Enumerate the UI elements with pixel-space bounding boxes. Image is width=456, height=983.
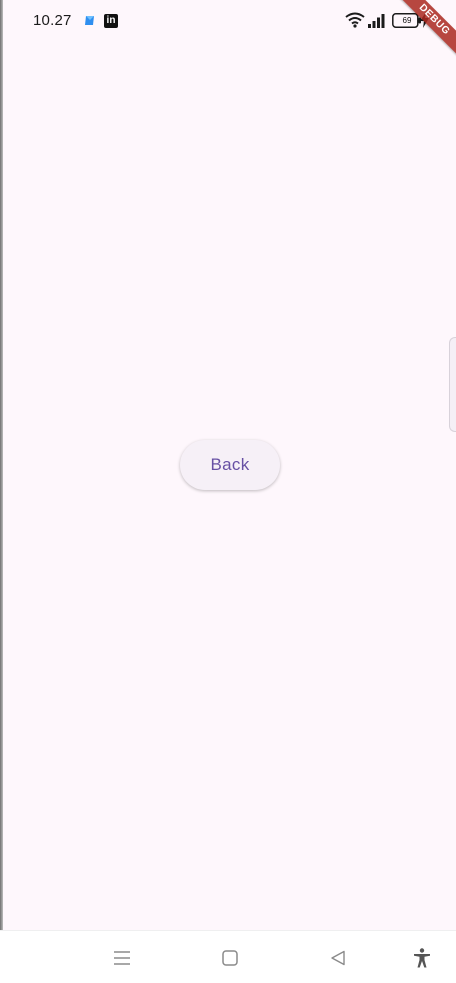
- back-button[interactable]: Back: [180, 440, 280, 490]
- recent-apps-button[interactable]: [105, 941, 139, 975]
- accessibility-icon: [414, 948, 430, 968]
- app-screen: 10.27 in 69 DEBUG Back: [0, 0, 456, 983]
- accessibility-button[interactable]: [405, 941, 439, 975]
- system-navigation-bar: [0, 930, 456, 983]
- battery-level-text: 69: [402, 16, 412, 25]
- app-notification-icon: [85, 16, 94, 25]
- system-back-button[interactable]: [321, 941, 355, 975]
- status-bar: 10.27 in 69: [0, 0, 456, 42]
- signal-icon: [368, 14, 385, 28]
- home-icon: [222, 950, 238, 966]
- wifi-icon: [345, 12, 365, 28]
- edge-panel-handle[interactable]: [449, 337, 456, 432]
- home-button[interactable]: [213, 941, 247, 975]
- menu-icon: [114, 951, 130, 965]
- left-edge-shadow: [0, 0, 3, 983]
- linkedin-icon: in: [104, 14, 118, 28]
- back-icon: [331, 950, 345, 966]
- status-time: 10.27: [33, 12, 72, 29]
- back-button-label: Back: [210, 455, 250, 474]
